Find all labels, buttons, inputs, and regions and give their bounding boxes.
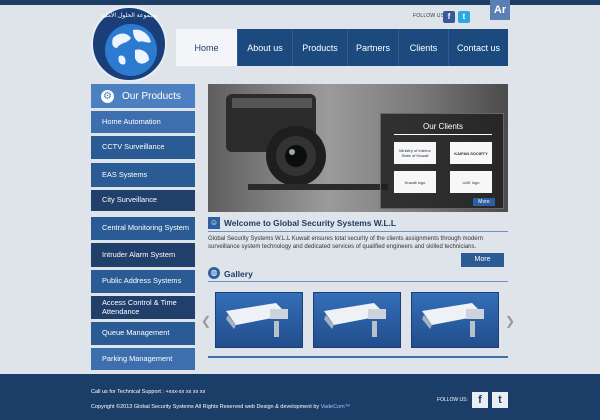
content-divider xyxy=(208,356,508,358)
sidebar-item-parking-management[interactable]: Parking Management xyxy=(91,348,195,370)
clients-panel: Our Clients Ministry of Interior State o… xyxy=(380,113,504,209)
clients-divider xyxy=(394,134,492,135)
follow-us-label: FOLLOW US xyxy=(413,13,445,19)
client-logo-kuwait[interactable]: Kuwait logo xyxy=(394,171,436,193)
facebook-icon[interactable]: f xyxy=(443,11,455,23)
sidebar-item-home-automation[interactable]: Home Automation xyxy=(91,111,195,133)
clients-more-button[interactable]: More xyxy=(473,198,495,206)
footer-copyright-text: Copyright ©2013 Global Security Systems … xyxy=(91,404,320,410)
twitter-icon[interactable]: t xyxy=(458,11,470,23)
gallery-thumbnail[interactable] xyxy=(215,292,303,348)
sidebar-item-label: Public Address Systems xyxy=(102,276,182,286)
nav-clients[interactable]: Clients xyxy=(399,29,449,66)
logo-text: مجموعة الحلول الأمنية xyxy=(100,12,158,19)
globe-icon: ◍ xyxy=(208,267,220,279)
sidebar-item-queue-management[interactable]: Queue Management xyxy=(91,322,195,345)
sidebar-item-cctv[interactable]: CCTV Surveillance xyxy=(91,136,195,159)
sidebar-item-label: Home Automation xyxy=(102,116,161,126)
nav-partners[interactable]: Partners xyxy=(348,29,399,66)
sidebar-item-label: Central Monitoring System xyxy=(102,223,190,233)
sidebar-item-label: EAS Systems xyxy=(102,169,148,179)
nav-about-us[interactable]: About us xyxy=(238,29,293,66)
gallery-next-arrow[interactable]: ❯ xyxy=(505,314,515,328)
nav-home[interactable]: Home xyxy=(176,29,238,66)
sidebar-item-intruder-alarm[interactable]: Intruder Alarm System xyxy=(91,243,195,267)
clients-title: Our Clients xyxy=(422,122,463,131)
gallery-thumbnail[interactable] xyxy=(313,292,401,348)
sidebar-item-label: Intruder Alarm System xyxy=(102,249,176,259)
client-logo-moi[interactable]: Ministry of Interior State of Kuwait xyxy=(394,142,436,164)
footer-support-text: Call us for Technical Support : +xxx-xx … xyxy=(91,389,206,395)
welcome-text: Global Security Systems W.L.L Kuwait ens… xyxy=(208,236,483,250)
welcome-divider xyxy=(208,231,508,232)
sidebar-item-label: Parking Management xyxy=(102,353,173,363)
sidebar-item-label: CCTV Surveillance xyxy=(102,142,165,152)
sidebar-item-label: City Surveillance xyxy=(102,195,158,205)
sidebar-item-label: Queue Management xyxy=(102,328,170,338)
welcome-title: Welcome to Global Security Systems W.L.L xyxy=(224,218,397,228)
footer-facebook-icon[interactable]: f xyxy=(472,392,488,408)
welcome-more-button[interactable]: More xyxy=(461,253,504,267)
products-title: Our Products xyxy=(122,90,181,102)
footer xyxy=(0,374,600,420)
top-strip xyxy=(0,0,600,5)
footer-copyright: Copyright ©2013 Global Security Systems … xyxy=(91,404,350,410)
products-header: ⚙ Our Products xyxy=(91,84,195,108)
sidebar-item-public-address[interactable]: Public Address Systems xyxy=(91,270,195,293)
nav-products[interactable]: Products xyxy=(293,29,348,66)
sidebar-item-access-control[interactable]: Access Control & Time Attendance xyxy=(91,296,195,319)
main-nav: Home About us Products Partners Clients … xyxy=(176,29,508,66)
gallery-divider xyxy=(208,281,508,282)
sidebar-item-eas[interactable]: EAS Systems xyxy=(91,163,195,187)
nav-contact-us[interactable]: Contact us xyxy=(449,29,508,66)
people-icon: ☺ xyxy=(208,217,220,229)
client-logo-uae[interactable]: UAE logo xyxy=(450,171,492,193)
gallery-title: Gallery xyxy=(224,269,253,279)
gallery-prev-arrow[interactable]: ❮ xyxy=(201,314,211,328)
footer-follow-label: FOLLOW US: xyxy=(437,397,468,403)
language-button[interactable]: Ar xyxy=(490,0,510,20)
gallery-thumbnail[interactable] xyxy=(411,292,499,348)
client-logo-kaifan[interactable]: KAIFAN SOCIETY xyxy=(450,142,492,164)
sidebar-item-label: Access Control & Time Attendance xyxy=(102,297,177,316)
footer-twitter-icon[interactable]: t xyxy=(492,392,508,408)
gear-icon: ⚙ xyxy=(101,89,114,103)
sidebar-item-central-monitoring[interactable]: Central Monitoring System xyxy=(91,217,195,240)
developer-link[interactable]: VadeCom™ xyxy=(321,404,351,410)
sidebar-item-city-surveillance[interactable]: City Surveillance xyxy=(91,190,195,211)
